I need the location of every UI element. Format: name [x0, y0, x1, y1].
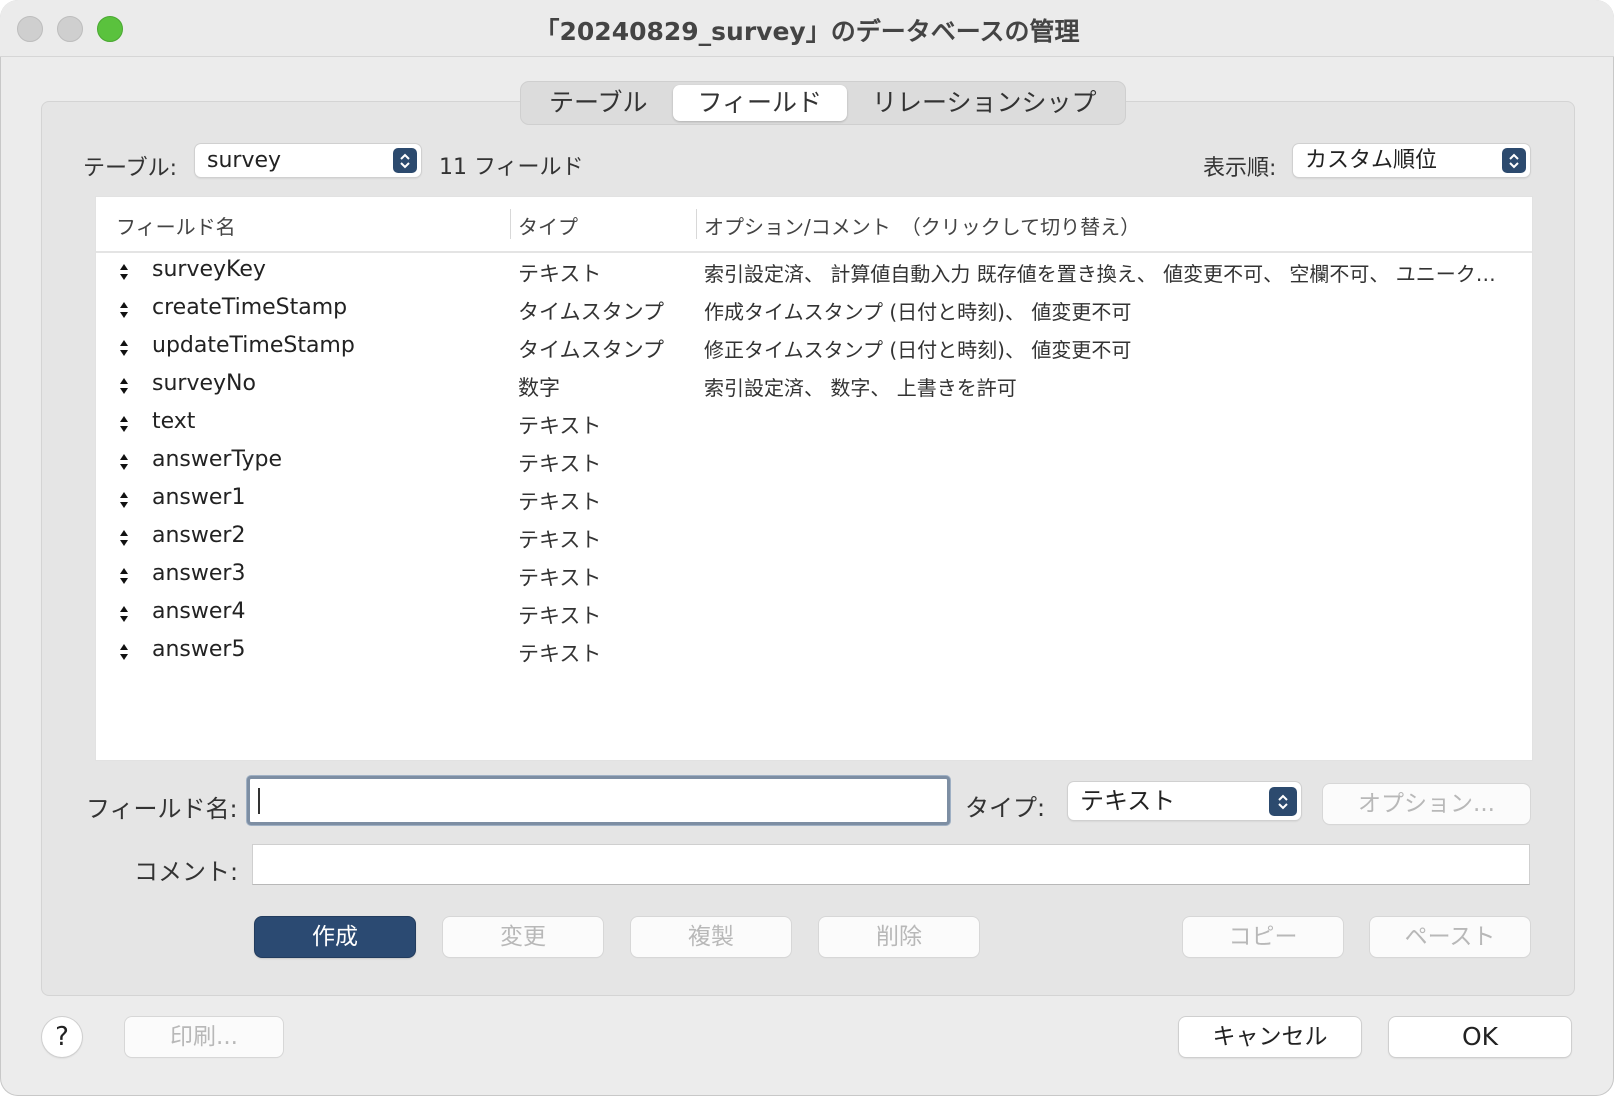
duplicate-button[interactable]: 複製: [631, 917, 791, 957]
type-label: タイプ:: [965, 794, 1046, 822]
field-type-cell: テキスト: [518, 452, 602, 476]
table-row[interactable]: answer2 テキスト: [96, 519, 1532, 557]
field-type-cell: タイムスタンプ: [518, 338, 664, 362]
field-name-cell: answer3: [152, 561, 246, 586]
field-type-cell: テキスト: [518, 642, 602, 666]
sort-order-select[interactable]: カスタム順位: [1293, 144, 1530, 177]
field-name-label: フィールド名:: [86, 795, 238, 823]
delete-button[interactable]: 削除: [819, 917, 979, 957]
move-handle-icon[interactable]: [118, 414, 130, 434]
copy-button[interactable]: コピー: [1183, 917, 1343, 957]
move-handle-icon[interactable]: [118, 300, 130, 320]
table-row[interactable]: createTimeStamp タイムスタンプ 作成タイムスタンプ (日付と時刻)、…: [96, 291, 1532, 329]
field-name-cell: answer4: [152, 599, 246, 624]
move-handle-icon[interactable]: [118, 262, 130, 282]
paste-button[interactable]: ペースト: [1370, 917, 1530, 957]
field-options-cell[interactable]: 索引設定済、 計算値自動入力 既存値を置き換え、 値変更不可、 空欄不可、 ユニ…: [704, 258, 1496, 287]
change-button[interactable]: 変更: [443, 917, 603, 957]
field-type-cell: テキスト: [518, 528, 602, 552]
title-bar: 「20240829_survey」のデータベースの管理: [0, 0, 1614, 57]
field-name-cell: text: [152, 409, 196, 434]
field-name-cell: answerType: [152, 447, 282, 472]
field-name-input[interactable]: [247, 776, 950, 825]
comment-label: コメント:: [134, 858, 239, 886]
field-options-cell[interactable]: 索引設定済、 数字、 上書きを許可: [704, 372, 1017, 401]
chevron-up-down-icon: [393, 148, 417, 173]
field-type-cell: テキスト: [518, 566, 602, 590]
table-row[interactable]: text テキスト: [96, 405, 1532, 443]
table-row[interactable]: answer5 テキスト: [96, 633, 1532, 671]
field-type-cell: テキスト: [518, 414, 602, 438]
type-select[interactable]: テキスト: [1068, 782, 1301, 820]
table-row[interactable]: surveyKey テキスト 索引設定済、 計算値自動入力 既存値を置き換え、 値変…: [96, 253, 1532, 291]
field-name-cell: surveyNo: [152, 371, 256, 396]
field-options-cell[interactable]: 作成タイムスタンプ (日付と時刻)、 値変更不可: [704, 296, 1131, 325]
field-name-cell: answer1: [152, 485, 246, 510]
help-button[interactable]: ?: [42, 1017, 82, 1057]
move-handle-icon[interactable]: [118, 642, 130, 662]
field-type-cell: タイムスタンプ: [518, 300, 664, 324]
type-select-value: テキスト: [1080, 787, 1176, 815]
column-header-type[interactable]: タイプ: [518, 211, 578, 240]
sort-order-label: 表示順:: [1203, 156, 1277, 181]
text-cursor: [258, 788, 260, 814]
sort-order-value: カスタム順位: [1305, 148, 1438, 173]
column-divider[interactable]: [510, 209, 511, 239]
print-button[interactable]: 印刷...: [125, 1017, 283, 1057]
move-handle-icon[interactable]: [118, 452, 130, 472]
move-handle-icon[interactable]: [118, 566, 130, 586]
table-header: フィールド名 タイプ オプション/コメント （クリックして切り替え）: [96, 197, 1532, 253]
field-count: 11 フィールド: [439, 155, 584, 180]
tab-relationships[interactable]: リレーションシップ: [847, 85, 1122, 121]
field-name-cell: updateTimeStamp: [152, 333, 355, 358]
table-select[interactable]: survey: [195, 144, 421, 177]
table-row[interactable]: updateTimeStamp タイムスタンプ 修正タイムスタンプ (日付と時刻)、…: [96, 329, 1532, 367]
tab-tables[interactable]: テーブル: [524, 85, 673, 121]
move-handle-icon[interactable]: [118, 528, 130, 548]
field-name-cell: surveyKey: [152, 257, 266, 282]
chevron-up-down-icon: [1269, 787, 1297, 816]
column-divider[interactable]: [696, 209, 697, 239]
move-handle-icon[interactable]: [118, 604, 130, 624]
table-row[interactable]: answer1 テキスト: [96, 481, 1532, 519]
field-name-cell: answer2: [152, 523, 246, 548]
chevron-up-down-icon: [1502, 148, 1526, 173]
field-type-cell: テキスト: [518, 604, 602, 628]
table-select-label: テーブル:: [83, 156, 178, 181]
move-handle-icon[interactable]: [118, 376, 130, 396]
table-select-value: survey: [207, 148, 282, 173]
table-row[interactable]: answerType テキスト: [96, 443, 1532, 481]
move-handle-icon[interactable]: [118, 490, 130, 510]
ok-button[interactable]: OK: [1389, 1017, 1571, 1057]
field-name-cell: createTimeStamp: [152, 295, 348, 320]
field-type-cell: テキスト: [518, 262, 602, 286]
create-button[interactable]: 作成: [255, 917, 415, 957]
field-type-cell: テキスト: [518, 490, 602, 514]
window-title: 「20240829_survey」のデータベースの管理: [534, 17, 1080, 46]
move-handle-icon[interactable]: [118, 338, 130, 358]
comment-input[interactable]: [252, 844, 1530, 885]
field-table: フィールド名 タイプ オプション/コメント （クリックして切り替え） surve…: [95, 196, 1533, 761]
column-header-field-name[interactable]: フィールド名: [116, 211, 236, 240]
manage-database-window: 「20240829_survey」のデータベースの管理 テーブル フィールド リ…: [0, 0, 1614, 1096]
table-row[interactable]: answer3 テキスト: [96, 557, 1532, 595]
column-header-options[interactable]: オプション/コメント （クリックして切り替え）: [704, 211, 1140, 240]
cancel-button[interactable]: キャンセル: [1179, 1017, 1361, 1057]
table-row[interactable]: surveyNo 数字 索引設定済、 数字、 上書きを許可: [96, 367, 1532, 405]
tab-bar: テーブル フィールド リレーションシップ: [520, 81, 1126, 125]
field-options-cell[interactable]: 修正タイムスタンプ (日付と時刻)、 値変更不可: [704, 334, 1131, 363]
options-button[interactable]: オプション...: [1323, 784, 1530, 824]
tab-fields[interactable]: フィールド: [672, 85, 848, 121]
field-name-cell: answer5: [152, 637, 246, 662]
table-row[interactable]: answer4 テキスト: [96, 595, 1532, 633]
field-type-cell: 数字: [518, 376, 560, 400]
